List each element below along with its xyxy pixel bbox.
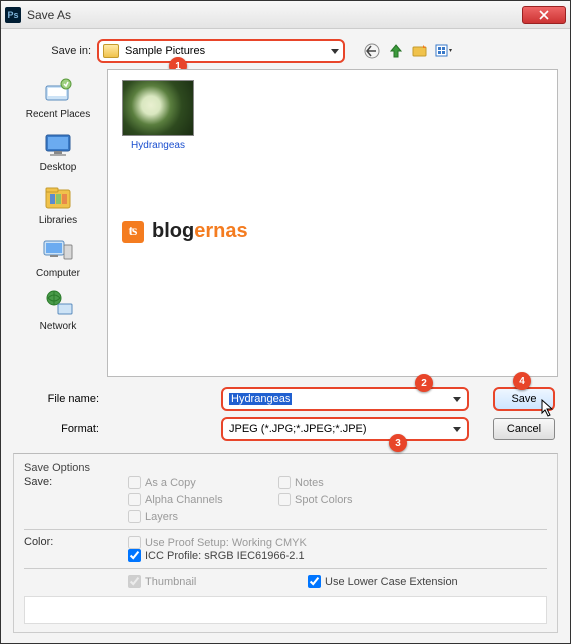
save-button[interactable]: Save 4: [493, 387, 555, 411]
layers-checkbox[interactable]: Layers: [128, 510, 248, 523]
proof-setup-checkbox[interactable]: Use Proof Setup: Working CMYK: [128, 536, 547, 549]
computer-icon: [40, 234, 76, 266]
format-dropdown[interactable]: JPEG (*.JPG;*.JPEG;*.JPE) 3: [221, 417, 469, 441]
libraries-icon: [40, 181, 76, 213]
save-options-header: Save Options: [24, 462, 547, 474]
desktop-icon: [40, 128, 76, 160]
save-section-label: Save:: [24, 476, 124, 523]
callout-2: 2: [415, 374, 433, 392]
filename-input[interactable]: Hydrangeas 2: [221, 387, 469, 411]
close-icon: [539, 10, 549, 20]
cancel-button[interactable]: Cancel: [493, 418, 555, 440]
close-button[interactable]: [522, 6, 566, 24]
save-options-panel: Save Options Save: As a Copy Notes Alpha…: [13, 453, 558, 633]
titlebar[interactable]: Ps Save As: [1, 1, 570, 29]
thumbnail-image: [122, 80, 194, 136]
chevron-down-icon: [453, 427, 461, 432]
nav-newfolder-icon[interactable]: [411, 42, 429, 60]
chevron-down-icon: [453, 397, 461, 402]
folder-icon: [103, 44, 119, 58]
nav-view-icon[interactable]: [435, 42, 453, 60]
warning-area: [24, 596, 547, 624]
callout-3: 3: [389, 434, 407, 452]
notes-checkbox[interactable]: Notes: [278, 476, 398, 489]
filename-label: File name:: [13, 393, 99, 405]
place-desktop[interactable]: Desktop: [13, 128, 103, 173]
places-bar: Recent Places Desktop Libraries: [13, 69, 103, 377]
icc-profile-checkbox[interactable]: ICC Profile: sRGB IEC61966-2.1: [128, 549, 547, 562]
place-libraries[interactable]: Libraries: [13, 181, 103, 226]
watermark: ʦ blogernas: [122, 220, 248, 243]
nav-up-icon[interactable]: [387, 42, 405, 60]
place-network[interactable]: Network: [13, 287, 103, 332]
callout-4: 4: [513, 372, 531, 390]
photoshop-icon: Ps: [5, 7, 21, 23]
alpha-channels-checkbox[interactable]: Alpha Channels: [128, 493, 248, 506]
chevron-down-icon: [331, 49, 339, 54]
as-a-copy-checkbox[interactable]: As a Copy: [128, 476, 248, 489]
color-section-label: Color:: [24, 536, 124, 562]
network-icon: [40, 287, 76, 319]
save-as-dialog: Ps Save As Save in: Sample Pictures 1: [0, 0, 571, 644]
file-item-hydrangeas[interactable]: Hydrangeas: [118, 80, 198, 151]
watermark-icon: ʦ: [122, 221, 144, 243]
cursor-icon: [541, 399, 557, 417]
recent-icon: [40, 75, 76, 107]
place-computer[interactable]: Computer: [13, 234, 103, 279]
window-title: Save As: [27, 8, 522, 22]
nav-back-icon[interactable]: [363, 42, 381, 60]
save-in-label: Save in:: [13, 45, 91, 57]
spot-colors-checkbox[interactable]: Spot Colors: [278, 493, 398, 506]
thumbnail-checkbox[interactable]: Thumbnail: [128, 575, 248, 588]
format-label: Format:: [13, 423, 99, 435]
file-list-pane[interactable]: Hydrangeas ʦ blogernas: [107, 69, 558, 377]
place-recent[interactable]: Recent Places: [13, 75, 103, 120]
save-in-value: Sample Pictures: [125, 45, 331, 57]
save-in-dropdown[interactable]: Sample Pictures 1: [97, 39, 345, 63]
lowercase-ext-checkbox[interactable]: Use Lower Case Extension: [308, 575, 458, 588]
